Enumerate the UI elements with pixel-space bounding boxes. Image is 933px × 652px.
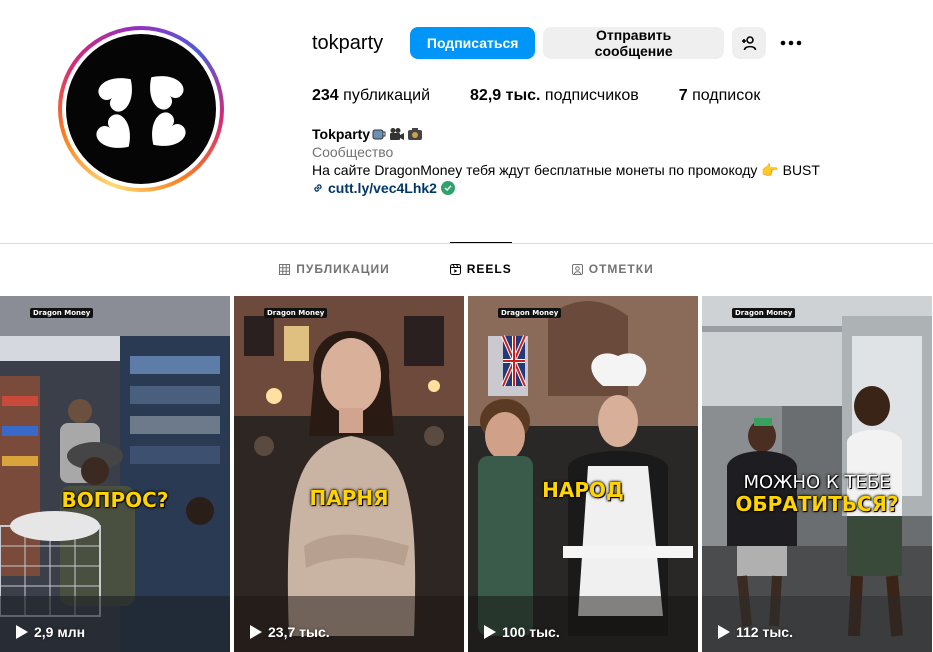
reel-brand-badge: Dragon Money	[30, 308, 94, 318]
bio-name-row: Tokparty	[312, 125, 820, 143]
posts-count: 234 публикаций	[312, 87, 431, 104]
bio-link[interactable]: cutt.ly/vec4Lhk2	[312, 179, 820, 197]
reel-brand-badge: Dragon Money	[498, 308, 562, 318]
following-count[interactable]: 7 подписок	[679, 87, 761, 105]
reel-caption: ВОПРОС?	[61, 488, 169, 512]
reel-brand-badge: Dragon Money	[732, 308, 796, 318]
tab-posts[interactable]: ПУБЛИКАЦИИ	[279, 243, 389, 295]
suggest-similar-button[interactable]	[732, 27, 767, 59]
grid-icon	[279, 263, 291, 275]
play-icon	[718, 625, 730, 639]
reel-preview-image	[0, 296, 230, 652]
heart-clover-logo-icon	[96, 76, 186, 148]
avatar-logo	[66, 34, 216, 184]
play-icon	[250, 625, 262, 639]
verified-check-icon	[440, 181, 455, 195]
send-message-button[interactable]: Отправить сообщение	[543, 27, 725, 59]
link-icon	[314, 184, 322, 192]
reel-thumbnail[interactable]: Dragon Money НАРОД 100 тыс.	[468, 296, 698, 652]
reel-brand-badge: Dragon Money	[264, 308, 328, 318]
profile-header-row: tokparty Подписаться Отправить сообщение	[312, 26, 808, 60]
follow-button[interactable]: Подписаться	[410, 27, 536, 59]
reel-views: 112 тыс.	[718, 624, 793, 640]
display-name: Tokparty	[312, 126, 371, 142]
reel-thumbnail[interactable]: Dragon Money ПАРНЯ 23,7 тыс.	[234, 296, 464, 652]
tab-tagged[interactable]: ОТМЕТКИ	[571, 243, 654, 295]
reel-caption: ПАРНЯ	[309, 486, 389, 510]
reel-views: 100 тыс.	[484, 624, 560, 640]
photo-camera-icon	[408, 128, 423, 140]
coffee-cup-icon	[372, 129, 386, 140]
reels-grid: Dragon Money ВОПРОС? 2,9 млн Dragon Mone…	[0, 296, 933, 652]
profile-tabs: ПУБЛИКАЦИИ REELS ОТМЕТКИ	[0, 242, 933, 295]
profile-avatar[interactable]	[58, 26, 224, 192]
tab-reels[interactable]: REELS	[449, 242, 512, 295]
play-icon	[484, 625, 496, 639]
person-add-icon	[742, 36, 757, 51]
reels-icon	[449, 263, 461, 275]
movie-camera-icon	[390, 128, 405, 140]
profile-bio: Tokparty Сообщество На сайте DragonMoney…	[312, 125, 820, 197]
play-icon	[16, 625, 28, 639]
reel-preview-image	[468, 296, 698, 652]
profile-stats: 234 публикаций 82,9 тыс. подписчиков 7 п…	[312, 87, 800, 105]
bio-category: Сообщество	[312, 144, 394, 160]
tagged-icon	[571, 263, 583, 275]
reel-views: 2,9 млн	[16, 624, 85, 640]
reel-caption-secondary: МОЖНО К ТЕБЕ	[743, 472, 891, 493]
reel-thumbnail[interactable]: Dragon Money МОЖНО К ТЕБЕ ОБРАТИТЬСЯ? 11…	[702, 296, 932, 652]
reel-caption: НАРОД	[542, 478, 624, 502]
bio-text: На сайте DragonMoney тебя ждут бесплатны…	[312, 162, 820, 178]
reel-caption: ОБРАТИТЬСЯ?	[735, 492, 899, 516]
reel-views: 23,7 тыс.	[250, 624, 330, 640]
reel-thumbnail[interactable]: Dragon Money ВОПРОС? 2,9 млн	[0, 296, 230, 652]
username[interactable]: tokparty	[312, 32, 383, 55]
more-options-button[interactable]	[774, 27, 808, 59]
reel-preview-image	[234, 296, 464, 652]
bio-link-text[interactable]: cutt.ly/vec4Lhk2	[328, 179, 437, 197]
more-icon	[780, 40, 802, 46]
followers-count[interactable]: 82,9 тыс. подписчиков	[470, 87, 639, 105]
